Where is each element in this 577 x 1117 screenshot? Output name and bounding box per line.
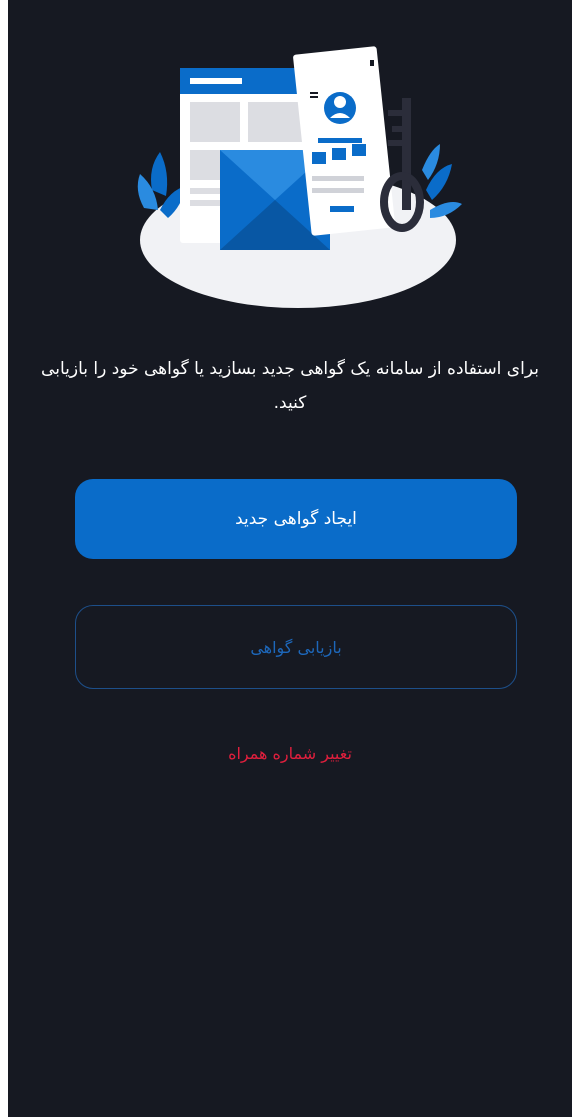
- certificate-illustration: [137, 46, 462, 308]
- instruction-text: برای استفاده از سامانه یک گواهی جدید بسا…: [41, 359, 539, 413]
- certificate-screen: برای استفاده از سامانه یک گواهی جدید بسا…: [8, 0, 572, 1117]
- change-phone-link[interactable]: تغییر شماره همراه: [8, 744, 572, 763]
- create-certificate-button[interactable]: ایجاد گواهی جدید: [75, 479, 517, 559]
- restore-certificate-button[interactable]: بازیابی گواهی: [75, 605, 517, 689]
